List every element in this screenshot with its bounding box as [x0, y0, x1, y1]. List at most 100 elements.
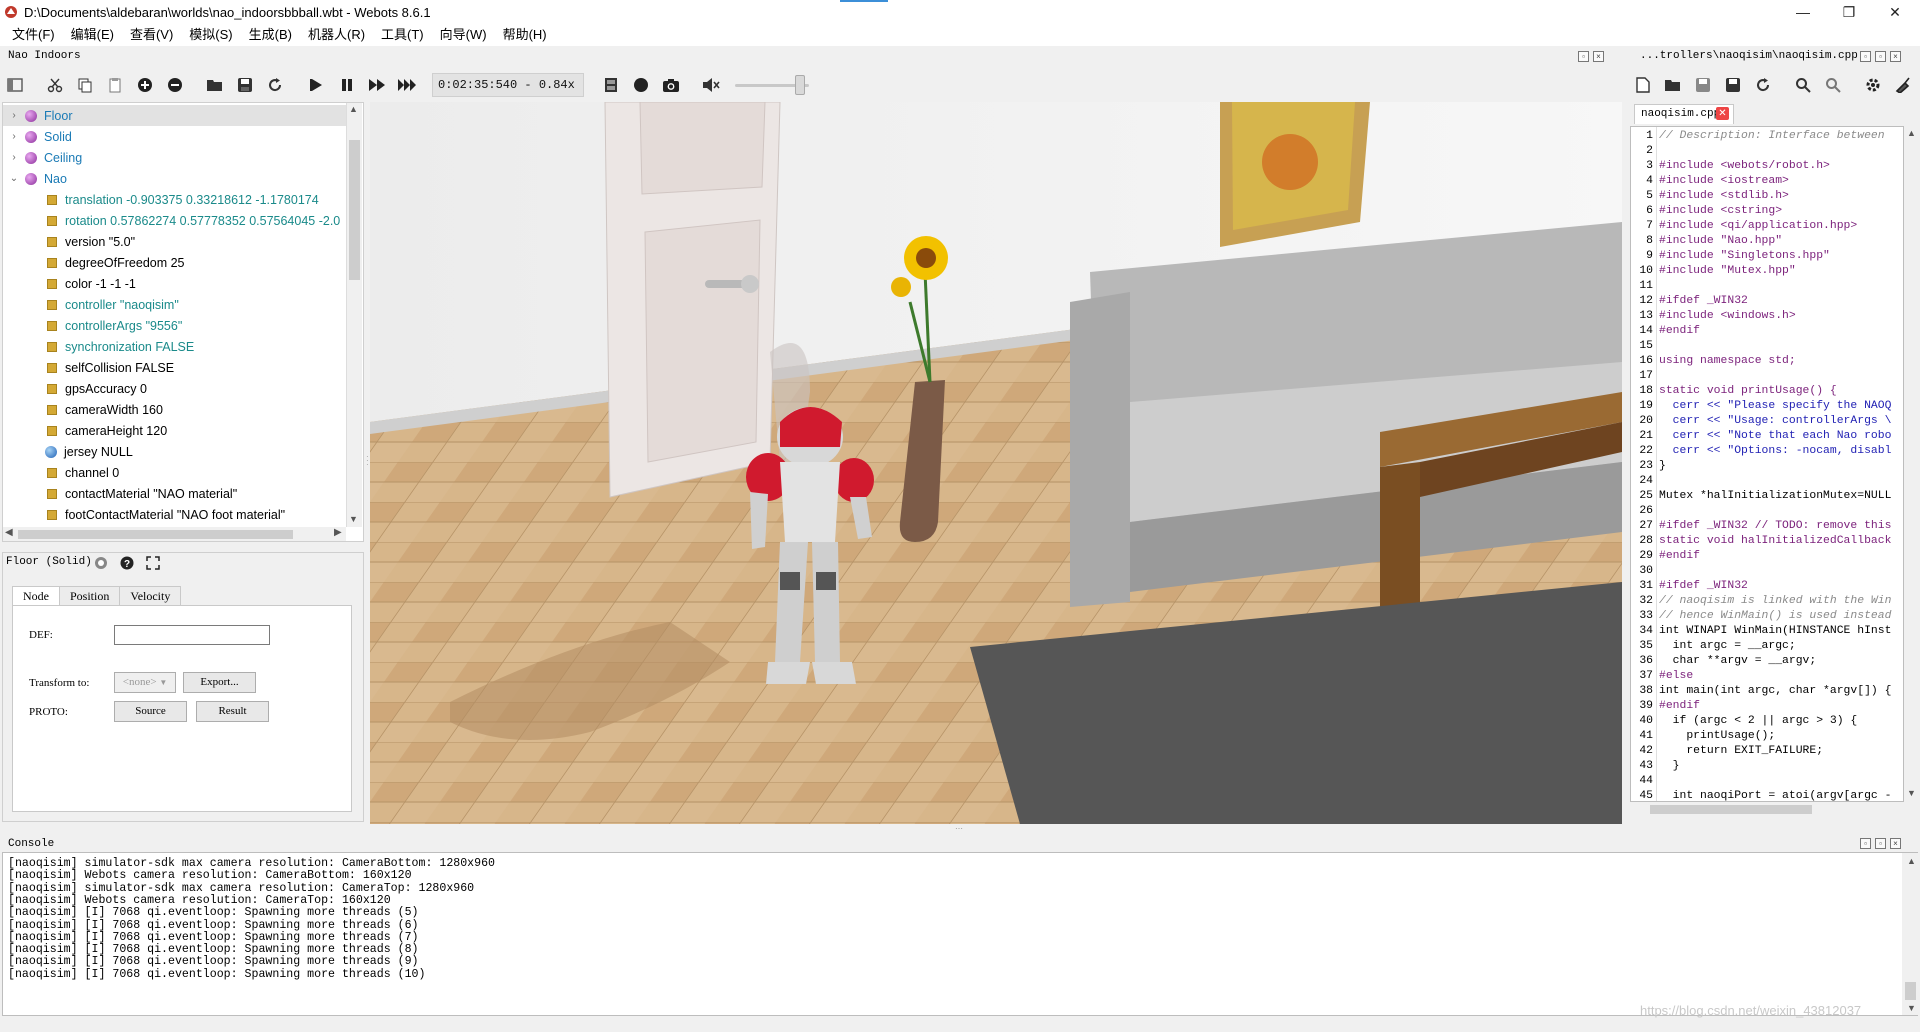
save-world-icon[interactable]: [234, 74, 256, 96]
tree-field[interactable]: translation -0.903375 0.33218612 -1.1780…: [3, 189, 319, 210]
3d-view[interactable]: [370, 102, 1622, 824]
menu-simulation[interactable]: 模拟(S): [181, 24, 240, 46]
def-input[interactable]: [114, 625, 270, 645]
new-file-icon[interactable]: [1632, 74, 1654, 96]
scroll-left-icon[interactable]: ◀: [5, 527, 13, 538]
scroll-right-icon[interactable]: ▶: [334, 527, 342, 538]
tab-node[interactable]: Node: [12, 586, 60, 606]
screenshot-icon[interactable]: [660, 74, 682, 96]
tree-node[interactable]: › Floor: [3, 105, 347, 126]
paste-icon[interactable]: [104, 74, 126, 96]
tree-scrollbar-h-thumb[interactable]: [18, 530, 293, 539]
help-icon[interactable]: ?: [120, 556, 134, 573]
fast-icon[interactable]: [396, 74, 418, 96]
remove-node-icon[interactable]: [164, 74, 186, 96]
fullscreen-icon[interactable]: [146, 556, 160, 573]
pause-icon[interactable]: [336, 74, 358, 96]
splitter-handle[interactable]: · · ·: [366, 453, 369, 469]
tree-node[interactable]: › Solid: [3, 126, 71, 147]
console-output[interactable]: [naoqisim] simulator-sdk max camera reso…: [2, 852, 1918, 1016]
scroll-down-icon[interactable]: ▼: [1907, 788, 1916, 798]
replace-icon[interactable]: [1822, 74, 1844, 96]
maximize-button[interactable]: ❐: [1826, 0, 1872, 24]
revert-icon[interactable]: [1752, 74, 1774, 96]
chevron-right-icon[interactable]: ›: [7, 110, 21, 121]
scroll-up-icon[interactable]: ▲: [349, 104, 358, 114]
close-icon[interactable]: ×: [1890, 838, 1901, 849]
tree-field[interactable]: footContactMaterial "NAO foot material": [3, 504, 285, 525]
code-editor[interactable]: 1// Description: Interface between 2 3 #in…: [1630, 126, 1904, 802]
tab-position[interactable]: Position: [59, 586, 121, 606]
code-scrollbar-h-thumb[interactable]: [1650, 805, 1812, 814]
console-scrollbar-thumb[interactable]: [1905, 982, 1916, 1000]
3d-scene-render[interactable]: [370, 102, 1622, 824]
splitter-handle-bottom[interactable]: ⋯: [955, 824, 963, 833]
scroll-up-icon[interactable]: ▲: [1907, 128, 1916, 138]
close-icon[interactable]: ×: [1593, 51, 1604, 62]
tree-field[interactable]: cameraWidth 160: [3, 399, 163, 420]
copy-icon[interactable]: [74, 74, 96, 96]
close-tab-icon[interactable]: ✕: [1716, 107, 1729, 120]
scroll-down-icon[interactable]: ▼: [1907, 1003, 1916, 1013]
open-world-icon[interactable]: [204, 74, 226, 96]
save-file-icon[interactable]: [1692, 74, 1714, 96]
menu-wizards[interactable]: 向导(W): [432, 24, 495, 46]
menu-tools[interactable]: 工具(T): [373, 24, 432, 46]
find-icon[interactable]: [1792, 74, 1814, 96]
menu-edit[interactable]: 编辑(E): [63, 24, 122, 46]
cut-icon[interactable]: [44, 74, 66, 96]
minimize-button[interactable]: —: [1780, 0, 1826, 24]
mute-icon[interactable]: [700, 74, 722, 96]
close-icon[interactable]: ×: [1890, 51, 1901, 62]
tree-field[interactable]: degreeOfFreedom 25: [3, 252, 185, 273]
build-icon[interactable]: [1862, 74, 1884, 96]
menu-robot[interactable]: 机器人(R): [300, 24, 373, 46]
save-all-icon[interactable]: [1722, 74, 1744, 96]
result-button[interactable]: Result: [196, 701, 269, 722]
restore-icon[interactable]: ▫: [1860, 838, 1871, 849]
clean-icon[interactable]: [1892, 74, 1914, 96]
toggle-tree-icon[interactable]: [4, 74, 26, 96]
float-icon[interactable]: ▫: [1875, 838, 1886, 849]
chevron-right-icon[interactable]: ›: [7, 131, 21, 142]
code-scrollbar-vertical[interactable]: [1904, 126, 1920, 802]
volume-slider-handle[interactable]: [795, 75, 805, 95]
tree-node[interactable]: › Ceiling: [3, 147, 82, 168]
tree-node[interactable]: ⌄ Nao: [3, 168, 67, 189]
chevron-right-icon[interactable]: ›: [7, 152, 21, 163]
node-icon[interactable]: [94, 556, 108, 573]
tree-field[interactable]: cameraHeight 120: [3, 420, 167, 441]
close-button[interactable]: ✕: [1872, 0, 1918, 24]
menu-help[interactable]: 帮助(H): [495, 24, 555, 46]
transform-select[interactable]: <none> ▼: [114, 672, 176, 693]
float-icon[interactable]: ▫: [1875, 51, 1886, 62]
tree-field[interactable]: synchronization FALSE: [3, 336, 194, 357]
float-icon[interactable]: ▫: [1578, 51, 1589, 62]
tree-field[interactable]: channel 0: [3, 462, 119, 483]
restore-icon[interactable]: ▫: [1860, 51, 1871, 62]
menu-file[interactable]: 文件(F): [4, 24, 63, 46]
tree-field[interactable]: gpsAccuracy 0: [3, 378, 147, 399]
tab-velocity[interactable]: Velocity: [119, 586, 182, 606]
export-button[interactable]: Export...: [183, 672, 256, 693]
scene-tree[interactable]: › Floor › Solid › Ceiling ⌄ Nao translation -0.9…: [2, 102, 364, 542]
scroll-down-icon[interactable]: ▼: [349, 514, 358, 524]
menu-build[interactable]: 生成(B): [241, 24, 300, 46]
open-file-icon[interactable]: [1662, 74, 1684, 96]
record-icon[interactable]: [630, 74, 652, 96]
tree-field[interactable]: controllerArgs "9556": [3, 315, 182, 336]
tree-field[interactable]: controller "naoqisim": [3, 294, 179, 315]
step-icon[interactable]: [306, 74, 328, 96]
reload-world-icon[interactable]: [264, 74, 286, 96]
tree-field[interactable]: jersey NULL: [3, 441, 133, 462]
add-node-icon[interactable]: [134, 74, 156, 96]
scroll-up-icon[interactable]: ▲: [1907, 856, 1916, 866]
tree-field[interactable]: rotation 0.57862274 0.57778352 0.5756404…: [3, 210, 340, 231]
tree-field[interactable]: color -1 -1 -1: [3, 273, 136, 294]
chevron-down-icon[interactable]: ⌄: [7, 173, 21, 184]
tree-field[interactable]: contactMaterial "NAO material": [3, 483, 237, 504]
source-button[interactable]: Source: [114, 701, 187, 722]
run-icon[interactable]: [366, 74, 388, 96]
menu-view[interactable]: 查看(V): [122, 24, 181, 46]
tree-scrollbar-thumb[interactable]: [349, 140, 360, 280]
